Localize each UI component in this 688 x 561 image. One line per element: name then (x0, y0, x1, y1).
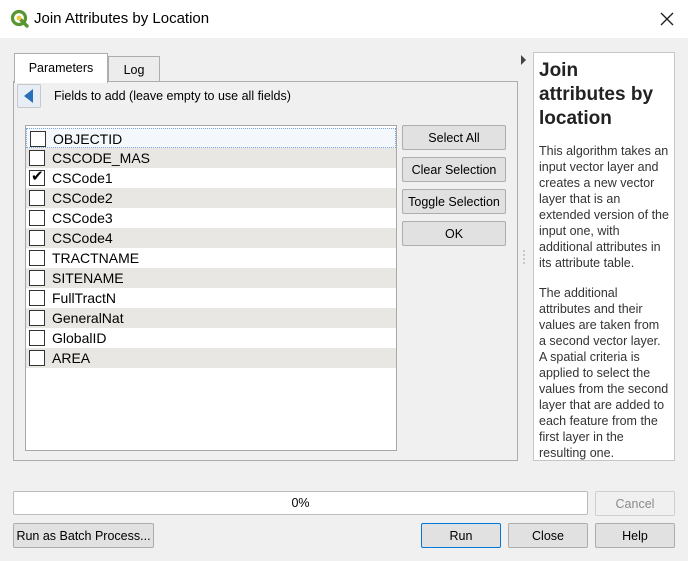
progress-bar: 0% (13, 491, 588, 515)
checkbox[interactable] (29, 310, 45, 326)
close-icon[interactable] (656, 8, 678, 30)
field-label: CSCode2 (52, 190, 113, 206)
checkbox[interactable] (29, 330, 45, 346)
field-label: GlobalID (52, 330, 107, 346)
help-button[interactable]: Help (595, 523, 675, 548)
field-label: CSCode1 (52, 170, 113, 186)
list-item[interactable]: FullTractN (26, 288, 396, 308)
fields-header: Fields to add (leave empty to use all fi… (54, 89, 291, 103)
run-as-batch-button[interactable]: Run as Batch Process... (13, 523, 154, 548)
tab-log[interactable]: Log (108, 56, 160, 82)
list-item[interactable]: GeneralNat (26, 308, 396, 328)
checkbox[interactable] (29, 350, 45, 366)
list-item[interactable]: CSCode2 (26, 188, 396, 208)
help-title: Join attributes by location (539, 60, 654, 129)
checkbox[interactable] (29, 150, 45, 166)
tab-parameters-label: Parameters (28, 61, 94, 75)
splitter-handle-icon[interactable] (520, 55, 528, 265)
list-item[interactable]: CSCode3 (26, 208, 396, 228)
list-item[interactable]: GlobalID (26, 328, 396, 348)
select-all-button[interactable]: Select All (402, 125, 506, 150)
back-button[interactable] (17, 84, 41, 108)
field-label: SITENAME (52, 270, 124, 286)
list-item[interactable]: CSCode4 (26, 228, 396, 248)
qgis-logo-icon (10, 9, 29, 28)
close-button[interactable]: Close (508, 523, 588, 548)
title-bar: Join Attributes by Location (0, 0, 688, 38)
list-item[interactable]: TRACTNAME (26, 248, 396, 268)
tab-log-label: Log (123, 63, 145, 77)
list-item[interactable]: AREA (26, 348, 396, 368)
field-label: CSCode3 (52, 210, 113, 226)
checkbox[interactable] (30, 131, 46, 147)
list-item[interactable]: OBJECTID (26, 128, 396, 148)
checkbox[interactable] (29, 250, 45, 266)
field-label: FullTractN (52, 290, 117, 306)
checkbox[interactable] (29, 230, 45, 246)
field-label: CSCODE_MAS (52, 150, 151, 166)
field-list[interactable]: OBJECTID CSCODE_MAS ✔ CSCode1 CSCode2 CS… (25, 125, 397, 451)
list-item[interactable]: CSCODE_MAS (26, 148, 396, 168)
field-label: OBJECTID (53, 131, 123, 147)
checkbox[interactable]: ✔ (29, 168, 45, 186)
help-paragraph: The additional attributes and their valu… (539, 286, 669, 460)
help-panel: Join attributes by location This algorit… (533, 52, 675, 461)
field-label: CSCode4 (52, 230, 113, 246)
progress-percent: 0% (291, 496, 310, 510)
toggle-selection-button[interactable]: Toggle Selection (402, 189, 506, 214)
cancel-button[interactable]: Cancel (595, 491, 675, 516)
checkbox[interactable] (29, 290, 45, 306)
field-label: GeneralNat (52, 310, 124, 326)
list-item[interactable]: SITENAME (26, 268, 396, 288)
checkbox[interactable] (29, 270, 45, 286)
checkmark-icon: ✔ (31, 168, 44, 185)
ok-button[interactable]: OK (402, 221, 506, 246)
clear-selection-button[interactable]: Clear Selection (402, 157, 506, 182)
checkbox[interactable] (29, 190, 45, 206)
run-button[interactable]: Run (421, 523, 501, 548)
parameters-panel: Fields to add (leave empty to use all fi… (13, 81, 518, 461)
field-label: TRACTNAME (52, 250, 140, 266)
window-title: Join Attributes by Location (34, 10, 210, 27)
checkbox[interactable] (29, 210, 45, 226)
field-label: AREA (52, 350, 91, 366)
arrow-left-icon (24, 89, 33, 103)
list-item[interactable]: ✔ CSCode1 (26, 168, 396, 188)
tab-parameters[interactable]: Parameters (14, 53, 108, 83)
help-paragraph: This algorithm takes an input vector lay… (539, 144, 669, 270)
